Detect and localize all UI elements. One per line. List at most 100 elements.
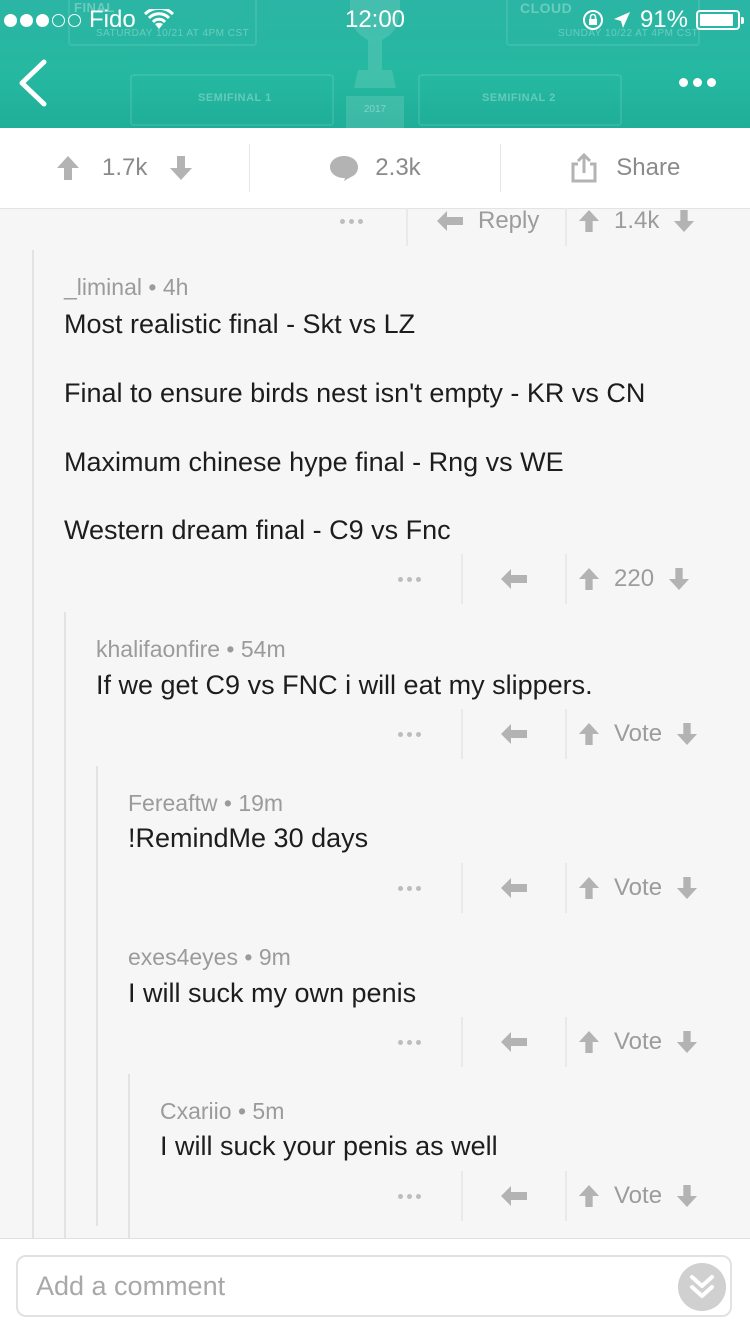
- downvote-arrow-icon[interactable]: [668, 567, 690, 591]
- comment-body-line: Western dream final - C9 vs Fnc: [64, 515, 451, 545]
- reply-arrow-icon: [501, 569, 527, 589]
- share-button[interactable]: Share: [501, 128, 750, 208]
- upvote-arrow-icon[interactable]: [578, 876, 600, 900]
- more-dots-icon: [679, 78, 688, 87]
- comment-meta: exes4eyes • 9m: [128, 944, 291, 970]
- back-chevron-icon[interactable]: [14, 58, 54, 108]
- post-upvote-count: 1.7k: [101, 154, 148, 181]
- comment-vote-group: 220: [578, 554, 690, 604]
- post-header: FINAL CLOUD SATURDAY 10/21 AT 4PM CST SU…: [0, 0, 750, 128]
- parent-vote-group: 1.4k: [578, 208, 695, 246]
- reply-button[interactable]: [500, 1017, 528, 1067]
- comment-thread[interactable]: Reply 1.4k _liminal • 4h Most realistic …: [0, 208, 750, 1238]
- divider: [565, 1017, 567, 1067]
- collapse-chevrons-icon[interactable]: [678, 1263, 726, 1311]
- parent-score: 1.4k: [614, 208, 660, 234]
- comment-author[interactable]: Fereaftw: [128, 790, 217, 816]
- upvote-arrow-icon[interactable]: [578, 1184, 600, 1208]
- more-dots-icon: [398, 1039, 421, 1045]
- comment-actions: Vote: [0, 1017, 750, 1067]
- downvote-arrow-icon[interactable]: [169, 155, 193, 181]
- divider: [461, 709, 463, 759]
- divider: [565, 709, 567, 759]
- comment-score: Vote: [614, 720, 663, 747]
- more-dots-icon: [398, 731, 421, 737]
- divider: [461, 1017, 463, 1067]
- divider: [565, 863, 567, 913]
- comment-meta: Fereaftw • 19m: [128, 790, 284, 816]
- upvote-arrow-icon[interactable]: [578, 209, 600, 233]
- downvote-arrow-icon[interactable]: [676, 1030, 698, 1054]
- banner-semifinal-1: SEMIFINAL 1: [198, 92, 272, 104]
- comment-meta: khalifaonfire • 54m: [96, 636, 286, 662]
- comment-author[interactable]: exes4eyes: [128, 944, 238, 970]
- downvote-arrow-icon[interactable]: [676, 876, 698, 900]
- comment-author[interactable]: Cxariio: [160, 1098, 232, 1124]
- comment-meta: _liminal • 4h: [64, 274, 189, 300]
- comment-more-button[interactable]: [398, 1171, 421, 1221]
- post-comment-count: 2.3k: [375, 154, 421, 181]
- reply-arrow-icon: [437, 211, 463, 231]
- rotation-lock-icon: [582, 10, 603, 30]
- comment-age: 5m: [252, 1098, 285, 1124]
- divider: [461, 554, 463, 604]
- comment-more-button[interactable]: [398, 1017, 421, 1067]
- more-options-button[interactable]: [675, 74, 720, 91]
- more-dots-icon: [340, 218, 363, 224]
- parent-comment-actions: Reply 1.4k: [0, 208, 750, 246]
- reply-button[interactable]: [500, 554, 528, 604]
- comment-body-line: I will suck my own penis: [128, 978, 417, 1008]
- share-label: Share: [616, 154, 681, 181]
- battery-percent: 91%: [639, 6, 688, 33]
- comment-age: 4h: [162, 274, 189, 300]
- location-arrow-icon: [613, 12, 630, 28]
- post-vote-group: 1.7k: [0, 128, 249, 208]
- comment-age: 9m: [258, 944, 291, 970]
- reply-button[interactable]: [500, 709, 528, 759]
- comment-actions: Vote: [0, 863, 750, 913]
- comment-meta: Cxariio • 5m: [160, 1098, 285, 1124]
- post-comments-button[interactable]: 2.3k: [250, 128, 499, 208]
- battery-icon: [696, 10, 744, 30]
- comment-composer: [0, 1238, 750, 1335]
- add-comment-input[interactable]: [16, 1255, 732, 1317]
- reply-button[interactable]: [500, 1171, 528, 1221]
- reply-arrow-icon: [501, 724, 527, 744]
- comment-score: Vote: [614, 874, 663, 901]
- downvote-arrow-icon[interactable]: [673, 209, 695, 233]
- comment-body-line: Final to ensure birds nest isn't empty -…: [64, 378, 646, 408]
- divider: [406, 208, 408, 246]
- comment-actions: Vote: [0, 709, 750, 759]
- comment-author[interactable]: _liminal: [64, 274, 142, 300]
- downvote-arrow-icon[interactable]: [676, 722, 698, 746]
- reply-button[interactable]: Reply: [436, 208, 539, 246]
- comment-actions: Vote: [0, 1171, 750, 1221]
- comment-author[interactable]: khalifaonfire: [96, 636, 220, 662]
- reply-arrow-icon: [501, 878, 527, 898]
- reply-button[interactable]: [500, 863, 528, 913]
- comment-more-button[interactable]: [340, 208, 363, 246]
- comment-score: 220: [614, 565, 655, 592]
- reply-label: Reply: [478, 208, 540, 234]
- more-dots-icon: [398, 885, 421, 891]
- comment-vote-group: Vote: [578, 709, 698, 759]
- comment-body-line: I will suck your penis as well: [160, 1131, 498, 1161]
- comment-body-line: Maximum chinese hype final - Rng vs WE: [64, 447, 564, 477]
- comment-actions: 220: [0, 554, 750, 604]
- status-bar: Fido 12:00 91%: [0, 0, 750, 40]
- comment-more-button[interactable]: [398, 709, 421, 759]
- thread-line-depth-3: [96, 766, 98, 1226]
- comment-more-button[interactable]: [398, 554, 421, 604]
- downvote-arrow-icon[interactable]: [676, 1184, 698, 1208]
- share-icon: [571, 153, 597, 183]
- upvote-arrow-icon[interactable]: [578, 567, 600, 591]
- comment-score: Vote: [614, 1182, 663, 1209]
- upvote-arrow-icon[interactable]: [578, 722, 600, 746]
- thread-line-depth-2: [64, 612, 66, 1238]
- more-dots-icon: [398, 576, 421, 582]
- comment-vote-group: Vote: [578, 1017, 698, 1067]
- upvote-arrow-icon[interactable]: [56, 155, 80, 181]
- comment-vote-group: Vote: [578, 863, 698, 913]
- comment-more-button[interactable]: [398, 863, 421, 913]
- upvote-arrow-icon[interactable]: [578, 1030, 600, 1054]
